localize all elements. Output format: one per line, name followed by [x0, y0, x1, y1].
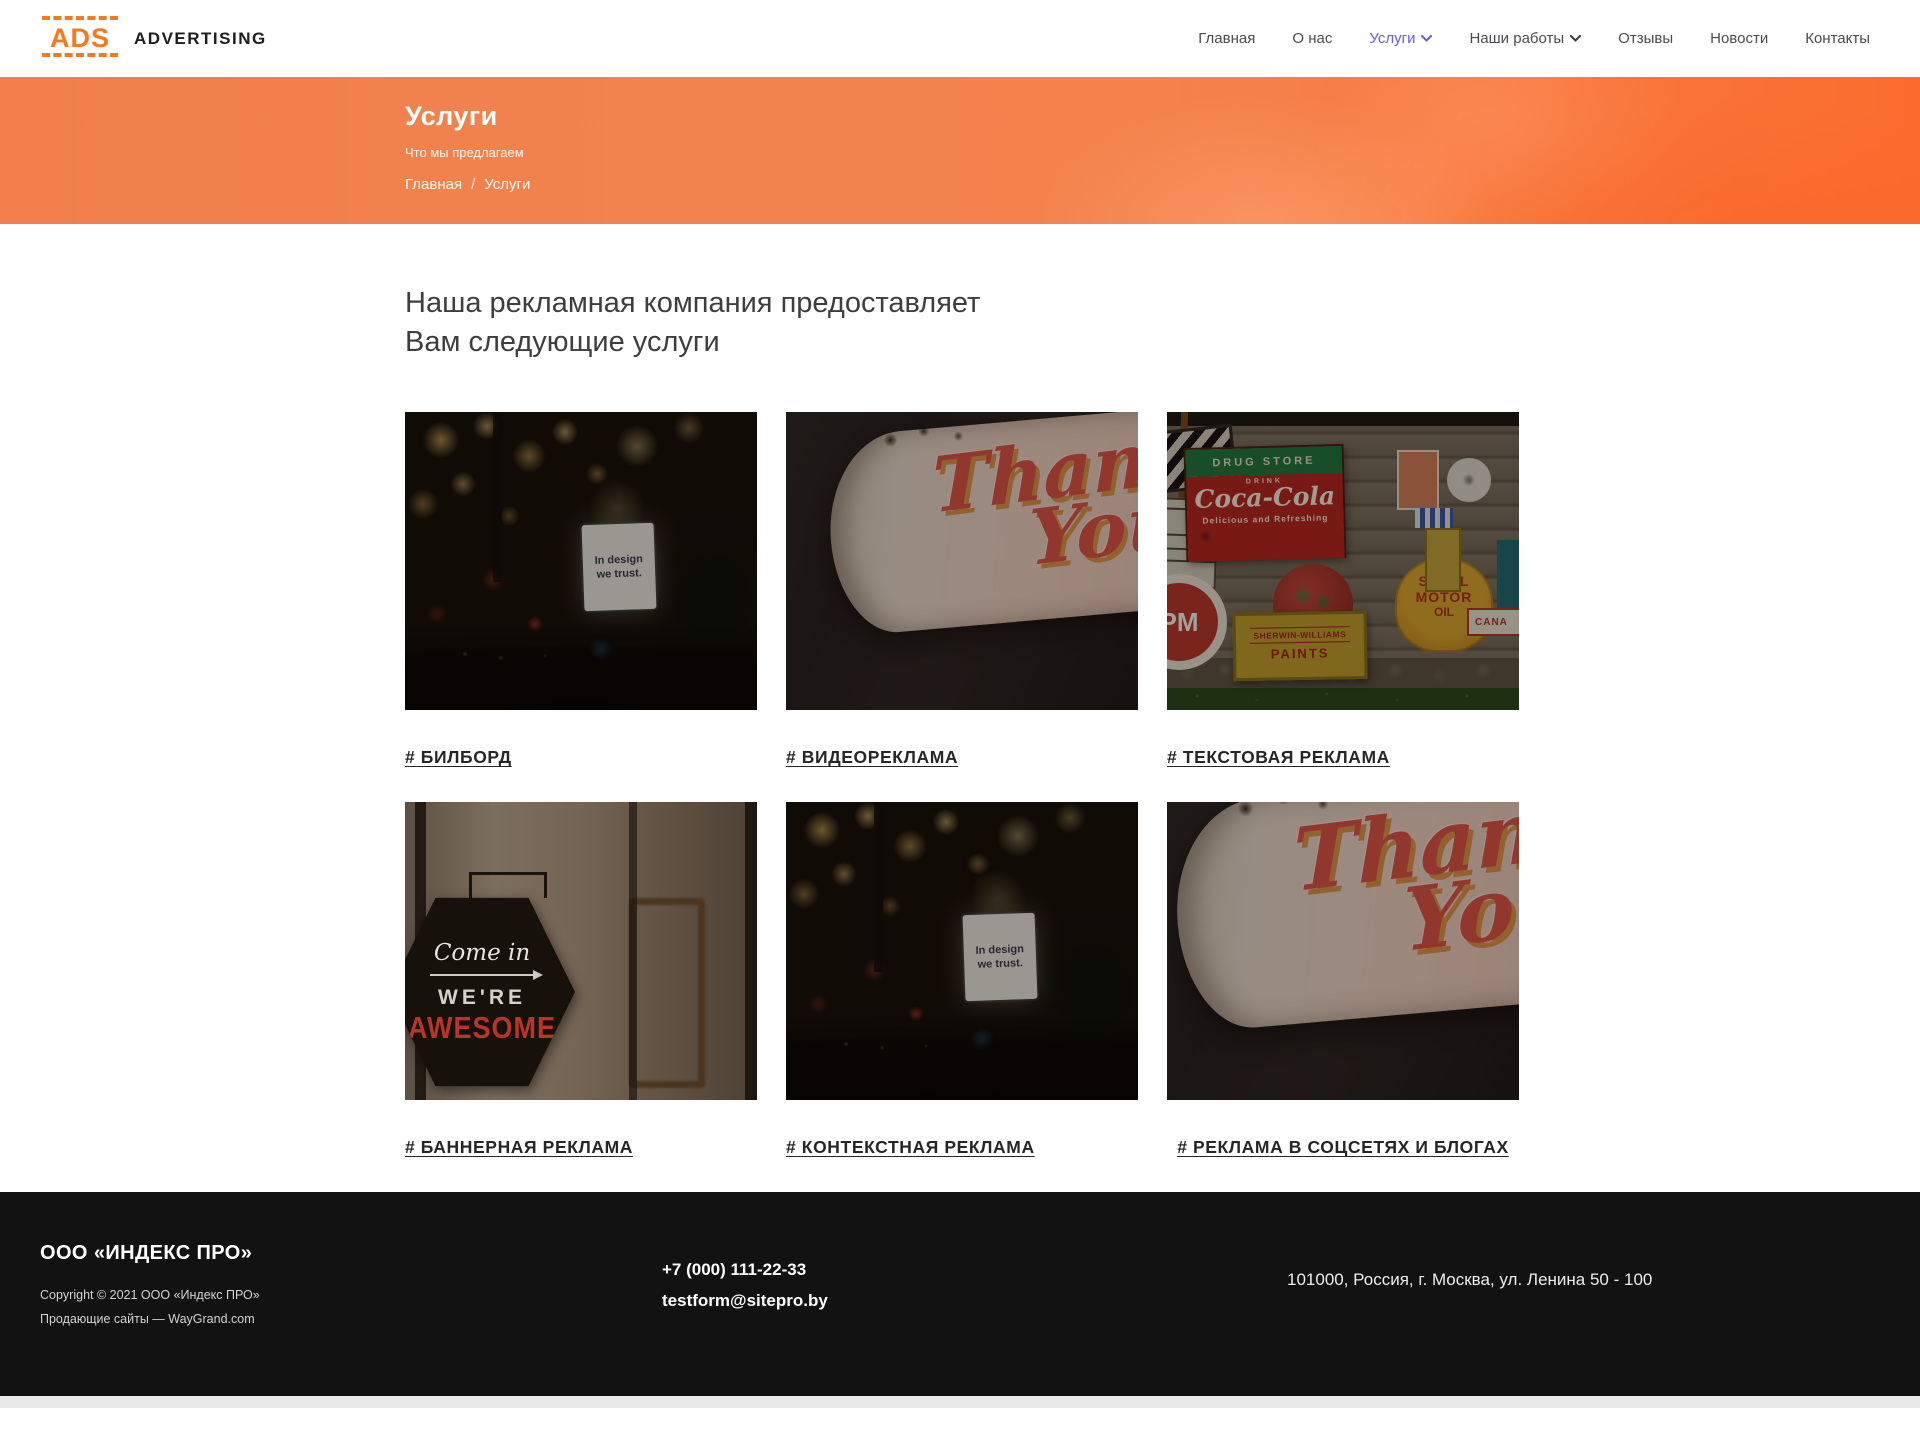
- footer-address-block: 101000, Россия, г. Москва, ул. Ленина 50…: [1287, 1242, 1880, 1396]
- breadcrumb-home-link[interactable]: Главная: [405, 176, 462, 193]
- footer-contacts-block: +7 (000) 111-22-33 testform@sitepro.by: [662, 1242, 1287, 1396]
- card-image-thankyou-sign[interactable]: Thank You: [786, 412, 1138, 710]
- main-content: Наша рекламная компания предоставляет Ва…: [0, 284, 1920, 1192]
- service-link-context[interactable]: # КОНТЕКСТНАЯ РЕКЛАМА: [786, 1134, 1138, 1160]
- nav-item-about[interactable]: О нас: [1292, 30, 1332, 47]
- nav-item-contacts[interactable]: Контакты: [1805, 30, 1870, 47]
- footer-copyright: Copyright © 2021 ООО «Индекс ПРО»: [40, 1283, 662, 1307]
- breadcrumb: Главная / Услуги: [405, 176, 530, 193]
- service-card-social: Thank You # РЕКЛАМА В СОЦСЕТЯХ И БЛОГАХ: [1167, 802, 1519, 1160]
- service-link-banner[interactable]: # БАННЕРНАЯ РЕКЛАМА: [405, 1134, 757, 1160]
- logo-text: ADVERTISING: [134, 29, 267, 49]
- nav-item-news[interactable]: Новости: [1710, 30, 1768, 47]
- nav-item-home[interactable]: Главная: [1198, 30, 1255, 47]
- card-image-billboard-night[interactable]: In design we trust.: [405, 412, 757, 710]
- site-logo[interactable]: ADS ADVERTISING: [42, 20, 267, 57]
- nav-item-works[interactable]: Наши работы: [1469, 30, 1581, 47]
- card-image-awesome-sign[interactable]: Come in WE'RE AWESOME: [405, 802, 757, 1100]
- nav-item-services[interactable]: Услуги: [1369, 30, 1432, 47]
- page-subtitle: Что мы предлагаем: [405, 145, 530, 160]
- footer-phone: +7 (000) 111-22-33: [662, 1254, 1287, 1285]
- service-card-video: Thank You # ВИДЕОРЕКЛАМА: [786, 412, 1138, 770]
- breadcrumb-current: Услуги: [484, 176, 530, 193]
- service-card-banner: Come in WE'RE AWESOME # БАННЕРНАЯ РЕКЛАМ…: [405, 802, 757, 1160]
- footer-address: 101000, Россия, г. Москва, ул. Ленина 50…: [1287, 1270, 1880, 1290]
- service-card-context: In design we trust. # КОНТЕКСТНАЯ РЕКЛАМ…: [786, 802, 1138, 1160]
- chevron-down-icon: [1570, 35, 1581, 42]
- footer-email: testform@sitepro.by: [662, 1285, 1287, 1316]
- main-nav: Главная О нас Услуги Наши работы Отзывы …: [1198, 30, 1870, 47]
- card-image-thankyou-sign[interactable]: Thank You: [1167, 802, 1519, 1100]
- page-hero: Услуги Что мы предлагаем Главная / Услуг…: [0, 77, 1920, 224]
- sign-bracket: [469, 872, 547, 898]
- footer-credits: Продающие сайты — WayGrand.com: [40, 1307, 662, 1331]
- nav-item-reviews[interactable]: Отзывы: [1618, 30, 1673, 47]
- site-header: ADS ADVERTISING Главная О нас Услуги Наш…: [0, 0, 1920, 77]
- card-image-billboard-night[interactable]: In design we trust.: [786, 802, 1138, 1100]
- logo-ads-icon: ADS: [42, 20, 118, 57]
- hexagon-sign: Come in WE'RE AWESOME: [405, 896, 575, 1088]
- service-link-text[interactable]: # ТЕКСТОВАЯ РЕКЛАМА: [1167, 744, 1519, 770]
- chevron-down-icon: [1421, 35, 1432, 42]
- services-grid: In design we trust. # БИЛБОРД Thank You: [405, 412, 1519, 1192]
- section-heading: Наша рекламная компания предоставляет Ва…: [405, 284, 1920, 362]
- breadcrumb-separator: /: [471, 176, 475, 193]
- bottom-strip: [0, 1396, 1920, 1408]
- footer-company-name: ООО «ИНДЕКС ПРО»: [40, 1242, 662, 1265]
- service-link-social[interactable]: # РЕКЛАМА В СОЦСЕТЯХ И БЛОГАХ: [1167, 1134, 1519, 1160]
- arrow-right-icon: [430, 974, 534, 976]
- service-card-billboard: In design we trust. # БИЛБОРД: [405, 412, 757, 770]
- page-title: Услуги: [405, 101, 530, 132]
- service-card-text: DRUG STORE DRINK Coca-Cola Delicious and…: [1167, 412, 1519, 770]
- service-link-billboard[interactable]: # БИЛБОРД: [405, 744, 757, 770]
- footer-company-block: ООО «ИНДЕКС ПРО» Copyright © 2021 ООО «И…: [40, 1242, 662, 1396]
- card-image-vintage-signs[interactable]: DRUG STORE DRINK Coca-Cola Delicious and…: [1167, 412, 1519, 710]
- site-footer: ООО «ИНДЕКС ПРО» Copyright © 2021 ООО «И…: [0, 1192, 1920, 1396]
- service-link-video[interactable]: # ВИДЕОРЕКЛАМА: [786, 744, 1138, 770]
